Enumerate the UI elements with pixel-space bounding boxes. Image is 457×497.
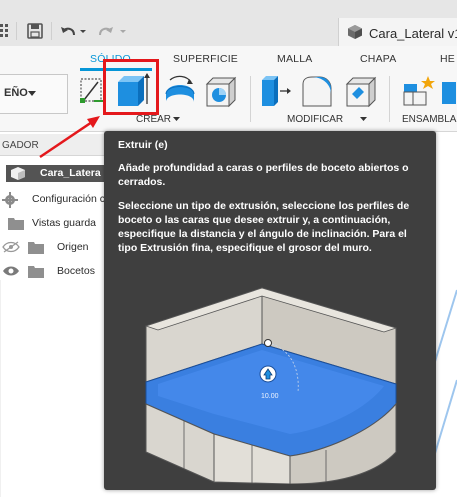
extrude-illustration: 10.00 [144, 287, 398, 484]
tooltip-title: Extruir (e) [118, 139, 168, 151]
tooltip-instructions: Seleccione un tipo de extrusión, selecci… [118, 200, 410, 254]
handle-point [264, 339, 272, 347]
app-window: Cara_Lateral v1 SÓLIDO SUPERFICIE MALLA … [0, 0, 457, 497]
tooltip-description: Añade profundidad a caras o perfiles de … [118, 162, 409, 188]
extrude-tooltip: Extruir (e) Añade profundidad a caras o … [104, 131, 436, 490]
extrude-distance-value: 10.00 [261, 393, 279, 400]
